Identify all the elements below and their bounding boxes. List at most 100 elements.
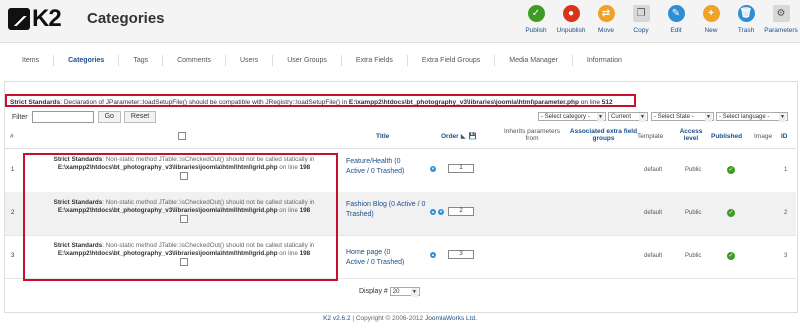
tab-items[interactable]: Items <box>8 55 53 66</box>
access-cell: Public <box>685 210 702 216</box>
toolbar-label: Edit <box>670 27 682 34</box>
order-up-icon[interactable]: ▲ <box>430 251 436 258</box>
tab-information[interactable]: Information <box>571 55 636 66</box>
tab-tags[interactable]: Tags <box>118 55 162 66</box>
tab-extra-field-groups[interactable]: Extra Field Groups <box>406 55 494 66</box>
header: K2 Categories ✓ Publish ● Unpublish ⇄ Move ❐ Co… <box>0 0 800 43</box>
current-select[interactable]: Current <box>608 112 648 122</box>
save-order-icon[interactable]: 💾 <box>469 132 477 140</box>
order-control: ▲ ▼ 2 <box>430 207 474 216</box>
toolbar-label: Trash <box>737 27 755 34</box>
unpublish-button[interactable]: ● Unpublish <box>554 5 588 34</box>
copy-icon: ❐ <box>632 5 650 22</box>
order-input[interactable]: 2 <box>448 207 474 216</box>
warning-line-text: on line <box>578 99 602 106</box>
published-check-icon[interactable]: ✓ <box>727 209 735 217</box>
header-image: Image <box>754 133 773 140</box>
select-all-checkbox[interactable] <box>178 132 186 140</box>
warning-line: 512 <box>601 99 613 106</box>
parameters-icon: ⚙ <box>772 5 790 22</box>
publish-button[interactable]: ✓ Publish <box>519 5 553 34</box>
move-button[interactable]: ⇄ Move <box>589 5 623 34</box>
row-number: 1 <box>11 167 15 173</box>
template-cell: default <box>644 167 663 173</box>
parameters-button[interactable]: ⚙ Parameters <box>764 5 798 34</box>
header-num: # <box>10 133 14 140</box>
go-button[interactable]: Go <box>97 111 121 123</box>
header-inherits: Inherits parameters from <box>504 128 560 142</box>
header-order[interactable]: Order ◣ 💾 <box>441 132 477 141</box>
template-cell: default <box>644 210 663 216</box>
warning-file: E:\xampp2\htdocs\bt_photography_v3\libra… <box>348 99 579 106</box>
tab-users[interactable]: Users <box>224 55 272 66</box>
strict-standards-warning: Strict Standards: Declaration of JParame… <box>5 94 636 107</box>
tab-categories[interactable]: Categories <box>53 55 118 66</box>
tab-media-manager[interactable]: Media Manager <box>494 55 572 66</box>
category-title-link[interactable]: Home page (0 Active / 0 Trashed) <box>346 248 408 268</box>
display-control: Display # 20 <box>359 287 420 297</box>
id-cell: 2 <box>784 210 788 216</box>
published-check-icon[interactable]: ✓ <box>727 166 735 174</box>
order-control: ▲ 3 <box>430 250 474 259</box>
submenu-nav: Items Categories Tags Comments Users User Gro… <box>8 54 792 67</box>
order-input[interactable]: 1 <box>448 164 474 173</box>
language-select[interactable]: - Select language - <box>716 112 788 122</box>
filter-bar: Filter Go Reset <box>12 111 159 123</box>
order-control: ▼ 1 <box>430 164 474 173</box>
warning-label: Strict Standards <box>10 99 61 106</box>
toolbar-label: Move <box>598 27 614 34</box>
header-order-label: Order <box>441 132 459 140</box>
joomlaworks-link[interactable]: JoomlaWorks Ltd. <box>425 315 477 322</box>
move-icon: ⇄ <box>597 5 615 22</box>
trash-icon: 🗑 <box>737 5 755 22</box>
k2-logo-icon <box>8 8 30 30</box>
order-down-icon[interactable]: ▼ <box>430 165 436 172</box>
edit-button[interactable]: ✎ Edit <box>659 5 693 34</box>
footer-copyright: | Copyright © 2006-2012 <box>350 315 425 322</box>
id-cell: 1 <box>784 167 788 173</box>
toolbar-label: Publish <box>525 27 547 34</box>
reset-button[interactable]: Reset <box>123 111 157 123</box>
order-down-icon[interactable]: ▼ <box>438 208 444 215</box>
new-icon: + <box>702 5 720 22</box>
id-cell: 3 <box>784 253 788 259</box>
tab-user-groups[interactable]: User Groups <box>272 55 341 66</box>
toolbar-label: Parameters <box>764 27 798 34</box>
tab-extra-fields[interactable]: Extra Fields <box>340 55 407 66</box>
toolbar-label: Copy <box>633 27 649 34</box>
toolbar-label: Unpublish <box>556 27 586 34</box>
access-cell: Public <box>685 167 702 173</box>
header-title[interactable]: Title <box>376 133 389 140</box>
new-button[interactable]: + New <box>694 5 728 34</box>
header-select-all[interactable] <box>178 132 186 142</box>
row-number: 3 <box>11 253 15 259</box>
k2-version-link[interactable]: K2 v2.6.2 <box>323 315 350 322</box>
row-number: 2 <box>11 210 15 216</box>
footer: K2 v2.6.2 | Copyright © 2006-2012 Joomla… <box>0 315 800 322</box>
order-up-icon[interactable]: ▲ <box>430 208 436 215</box>
unpublish-icon: ● <box>562 5 580 22</box>
copy-button[interactable]: ❐ Copy <box>624 5 658 34</box>
error-highlight-box <box>23 153 338 281</box>
table-header: # Title Order ◣ 💾 Inherits parameters fr… <box>5 125 796 149</box>
trash-button[interactable]: 🗑 Trash <box>729 5 763 34</box>
tab-comments[interactable]: Comments <box>162 55 225 66</box>
header-access[interactable]: Access level <box>677 128 705 142</box>
category-select[interactable]: - Select category - <box>538 112 606 122</box>
template-cell: default <box>644 253 663 259</box>
order-input[interactable]: 3 <box>448 250 474 259</box>
state-select[interactable]: - Select State - <box>651 112 714 122</box>
display-label: Display # <box>359 288 388 295</box>
header-template: Template <box>637 133 664 140</box>
header-published[interactable]: Published <box>711 133 742 140</box>
access-cell: Public <box>685 253 702 259</box>
display-select[interactable]: 20 <box>389 287 420 297</box>
logo-text: K2 <box>32 5 62 32</box>
filter-input[interactable] <box>31 111 94 123</box>
toolbar: ✓ Publish ● Unpublish ⇄ Move ❐ Copy ✎ Edit + New 🗑 Tr… <box>518 5 798 34</box>
header-id[interactable]: ID <box>781 133 788 140</box>
filter-label: Filter <box>12 113 28 121</box>
category-title-link[interactable]: Fashion Blog (0 Active / 0 Trashed) <box>346 200 426 220</box>
category-title-link[interactable]: Feature/Health (0 Active / 0 Trashed) <box>346 157 408 177</box>
published-check-icon[interactable]: ✓ <box>727 252 735 260</box>
